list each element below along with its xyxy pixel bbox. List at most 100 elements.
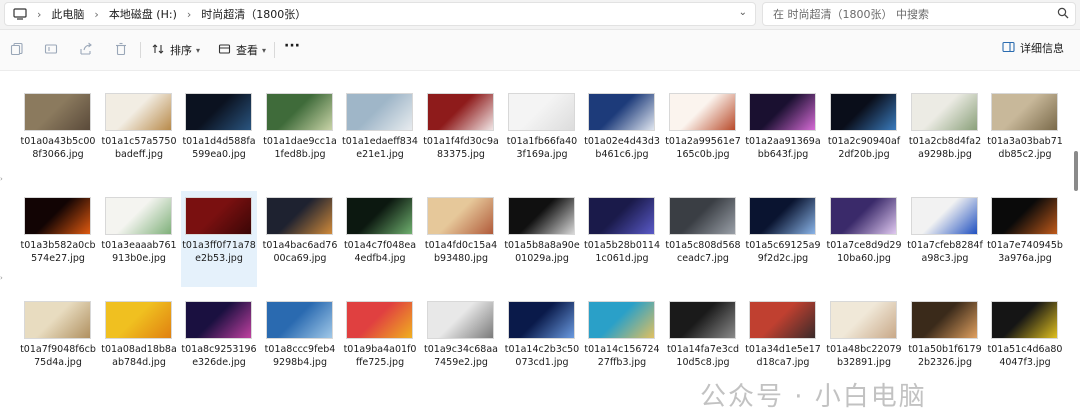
file-name: t01a0a43b5c008f3066.jpg	[20, 136, 96, 160]
file-name: t01a3eaaab761913b0e.jpg	[101, 240, 177, 264]
file-thumbnail	[24, 197, 91, 235]
file-item[interactable]: t01a7f9048f6cb75d4a.jpg	[20, 295, 96, 391]
file-item[interactable]: t01a1edaeff834e21e1.jpg	[342, 87, 418, 183]
file-thumbnail	[749, 197, 816, 235]
sort-button[interactable]: 排序 ▾	[152, 40, 200, 60]
file-thumbnail	[427, 301, 494, 339]
file-item[interactable]: t01a1fb66fa403f169a.jpg	[504, 87, 580, 183]
file-thumbnail	[669, 93, 736, 131]
share-icon[interactable]	[78, 41, 94, 57]
file-item[interactable]: t01a1d4d588fa599ea0.jpg	[181, 87, 257, 183]
file-item[interactable]: t01a1dae9cc1a1fed8b.jpg	[262, 87, 338, 183]
file-item[interactable]: t01a3eaaab761913b0e.jpg	[101, 191, 177, 287]
file-thumbnail	[830, 301, 897, 339]
file-name: t01a7f9048f6cb75d4a.jpg	[20, 344, 96, 368]
view-button[interactable]: 查看 ▾	[218, 40, 266, 60]
sort-icon	[152, 43, 165, 58]
file-thumbnail	[105, 301, 172, 339]
file-name: t01a4fd0c15a4b93480.jpg	[424, 240, 498, 264]
file-item[interactable]: t01a8c9253196e326de.jpg	[181, 295, 257, 391]
breadcrumb-this-pc[interactable]: 此电脑	[51, 6, 84, 22]
file-item[interactable]: t01a5c69125a99f2d2c.jpg	[745, 191, 821, 287]
file-item[interactable]: t01a2c90940af2df20b.jpg	[826, 87, 902, 183]
file-thumbnail	[588, 301, 655, 339]
details-pane-button[interactable]: 详细信息	[1002, 40, 1064, 56]
file-name: t01a5c808d568ceadc7.jpg	[665, 240, 741, 264]
file-item[interactable]: t01a08ad18b8aab784d.jpg	[101, 295, 177, 391]
search-input[interactable]: 在 时尚超清（1800张） 中搜索	[762, 2, 1076, 26]
file-item[interactable]: t01a4c7f048ea4edfb4.jpg	[342, 191, 418, 287]
chevron-down-icon[interactable]: ⌄	[739, 7, 747, 18]
file-thumbnail	[749, 93, 816, 131]
file-thumbnail	[346, 197, 413, 235]
file-item[interactable]: t01a2aa91369abb643f.jpg	[745, 87, 821, 183]
details-pane-icon	[1002, 41, 1015, 56]
file-thumbnail	[346, 301, 413, 339]
file-name: t01a1dae9cc1a1fed8b.jpg	[263, 136, 337, 160]
file-item[interactable]: t01a9c34c68aa7459e2.jpg	[423, 295, 499, 391]
file-thumbnail	[105, 93, 172, 131]
file-item[interactable]: t01a02e4d43d3b461c6.jpg	[584, 87, 660, 183]
breadcrumb-current-folder[interactable]: 时尚超清（1800张）	[201, 6, 306, 22]
vertical-scrollbar[interactable]	[1074, 151, 1078, 191]
chevron-right-icon: ›	[0, 274, 3, 282]
chevron-right-icon: ›	[0, 175, 3, 183]
file-name: t01a2c90940af2df20b.jpg	[827, 136, 901, 160]
file-item[interactable]: t01a1f4fd30c9a83375.jpg	[423, 87, 499, 183]
file-item[interactable]: t01a3b582a0cb574e27.jpg	[20, 191, 96, 287]
search-icon[interactable]	[1057, 7, 1069, 22]
file-item[interactable]: t01a14c15672427ffb3.jpg	[584, 295, 660, 391]
rename-icon[interactable]	[43, 41, 59, 57]
file-name: t01a5b28b01141c061d.jpg	[584, 240, 661, 264]
file-item[interactable]: t01a14c2b3c50073cd1.jpg	[504, 295, 580, 391]
file-item[interactable]: t01a1c57a5750badeff.jpg	[101, 87, 177, 183]
address-field[interactable]: › 此电脑 › 本地磁盘 (H:) › 时尚超清（1800张） ⌄	[4, 2, 756, 26]
file-item[interactable]: t01a7ce8d9d2910ba60.jpg	[826, 191, 902, 287]
file-item[interactable]: t01a2cb8d4fa2a9298b.jpg	[907, 87, 983, 183]
file-grid: › › t01a0a43b5c008f3066.jpg t01a1c57a5750…	[0, 71, 1080, 412]
file-name: t01a34d1e5e17d18ca7.jpg	[745, 344, 821, 368]
file-thumbnail	[508, 197, 575, 235]
file-item[interactable]: t01a3a03bab71db85c2.jpg	[987, 87, 1063, 183]
file-name: t01a02e4d43d3b461c6.jpg	[584, 136, 660, 160]
file-name: t01a7ce8d9d2910ba60.jpg	[826, 240, 902, 264]
watermark: 公众号 · 小白电脑	[700, 382, 927, 412]
file-thumbnail	[669, 301, 736, 339]
copy-icon[interactable]	[9, 41, 25, 57]
file-thumbnail	[991, 93, 1058, 131]
chevron-down-icon: ▾	[262, 45, 267, 55]
file-thumbnail	[24, 301, 91, 339]
file-item[interactable]: t01a5b28b01141c061d.jpg	[584, 191, 660, 287]
address-bar-row: › 此电脑 › 本地磁盘 (H:) › 时尚超清（1800张） ⌄ 在 时尚超清…	[0, 0, 1080, 30]
file-item[interactable]: t01a5b8a8a90e01029a.jpg	[504, 191, 580, 287]
file-thumbnail	[266, 197, 333, 235]
file-item[interactable]: t01a7e740945b3a976a.jpg	[987, 191, 1063, 287]
file-thumbnail	[588, 93, 655, 131]
file-item[interactable]: t01a4fd0c15a4b93480.jpg	[423, 191, 499, 287]
file-thumbnail	[911, 301, 978, 339]
file-thumbnail	[185, 197, 252, 235]
file-item[interactable]: t01a3ff0f71a78e2b53.jpg	[181, 191, 257, 287]
command-bar: 排序 ▾ 查看 ▾ ··· 详细信息	[0, 30, 1080, 71]
file-thumbnail	[830, 197, 897, 235]
file-item[interactable]: t01a8ccc9feb49298b4.jpg	[262, 295, 338, 391]
file-item[interactable]: t01a5c808d568ceadc7.jpg	[665, 191, 741, 287]
breadcrumb-drive-h[interactable]: 本地磁盘 (H:)	[109, 6, 177, 22]
file-item[interactable]: t01a51c4d6a804047f3.jpg	[987, 295, 1063, 391]
chevron-right-icon: ›	[94, 7, 99, 21]
file-name: t01a2a99561e7165c0b.jpg	[665, 136, 741, 160]
file-name: t01a4c7f048ea4edfb4.jpg	[343, 240, 417, 264]
toolbar-divider	[140, 42, 141, 58]
search-placeholder: 在 时尚超清（1800张） 中搜索	[773, 8, 929, 21]
file-item[interactable]: t01a0a43b5c008f3066.jpg	[20, 87, 96, 183]
file-item[interactable]: t01a2a99561e7165c0b.jpg	[665, 87, 741, 183]
more-options-icon[interactable]: ···	[284, 38, 300, 54]
delete-icon[interactable]	[113, 41, 129, 57]
file-item[interactable]: t01a4bac6ad7600ca69.jpg	[262, 191, 338, 287]
file-item[interactable]: t01a7cfeb8284fa98c3.jpg	[907, 191, 983, 287]
file-item[interactable]: t01a9ba4a01f0ffe725.jpg	[342, 295, 418, 391]
file-name: t01a4bac6ad7600ca69.jpg	[262, 240, 338, 264]
file-name: t01a7e740945b3a976a.jpg	[987, 240, 1063, 264]
file-name: t01a9c34c68aa7459e2.jpg	[424, 344, 498, 368]
file-name: t01a48bc22079b32891.jpg	[826, 344, 902, 368]
